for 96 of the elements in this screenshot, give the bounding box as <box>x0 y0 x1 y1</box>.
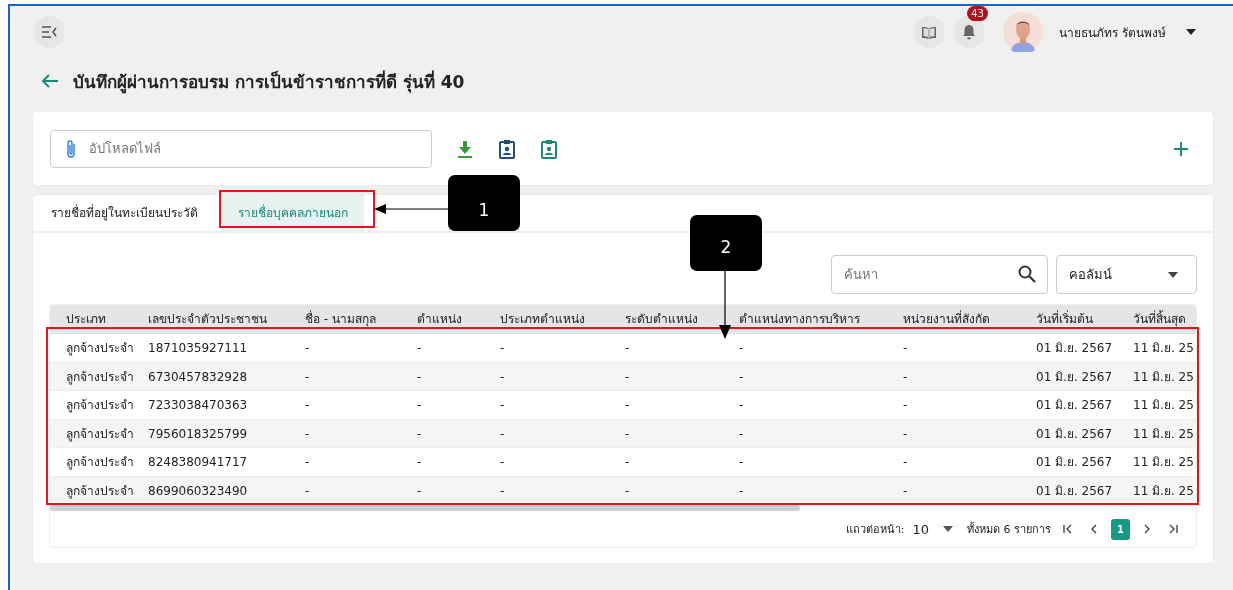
notification-badge: 43 <box>967 6 988 21</box>
total-count: ทั้งหมด 6 รายการ <box>967 521 1051 538</box>
table-cell: - <box>500 448 625 477</box>
column-dropdown[interactable]: คอลัมน์ <box>1056 255 1197 294</box>
column-header[interactable]: วันที่สิ้นสุด <box>1133 305 1196 334</box>
table-cell: - <box>305 419 417 448</box>
table-cell: 01 มิ.ย. 2567 <box>1036 419 1133 448</box>
first-page-icon[interactable] <box>1063 524 1073 534</box>
caret-icon[interactable] <box>1186 29 1196 35</box>
upload-field[interactable]: อัปโหลดไฟล์ <box>50 129 432 168</box>
table-cell: - <box>625 448 739 477</box>
table-cell: - <box>305 362 417 391</box>
search-field[interactable]: ค้นหา <box>831 255 1048 294</box>
table-cell: - <box>739 362 903 391</box>
clipboard-person-icon[interactable] <box>499 138 515 159</box>
table-cell: 01 มิ.ย. 2567 <box>1036 448 1133 477</box>
column-header[interactable]: หน่วยงานที่สังกัด <box>903 305 1036 334</box>
column-header[interactable]: ตำแหน่ง <box>417 305 500 334</box>
table-cell: ลูกจ้างประจำ <box>50 362 148 391</box>
sidebar-toggle-button[interactable] <box>33 16 65 48</box>
table-cell: 7956018325799 <box>148 419 305 448</box>
table-cell: - <box>417 448 500 477</box>
add-icon[interactable] <box>1173 140 1189 157</box>
menu-icon <box>41 26 57 38</box>
scrollbar-thumb[interactable] <box>50 505 800 511</box>
table-cell: - <box>903 448 1036 477</box>
last-page-icon[interactable] <box>1168 524 1178 534</box>
table-cell: 11 มิ.ย. 25 <box>1133 448 1196 477</box>
table-cell: - <box>739 391 903 420</box>
table-cell: - <box>739 334 903 363</box>
table-cell: 6730457832928 <box>148 362 305 391</box>
notification-button[interactable] <box>953 16 986 48</box>
caret-icon <box>1168 271 1178 278</box>
back-arrow-icon[interactable] <box>41 73 59 89</box>
table-cell: ลูกจ้างประจำ <box>50 391 148 420</box>
table-cell: 01 มิ.ย. 2567 <box>1036 362 1133 391</box>
table-cell: - <box>500 362 625 391</box>
column-header[interactable]: ประเภทตำแหน่ง <box>500 305 625 334</box>
column-header[interactable]: ชื่อ - นามสกุล <box>305 305 417 334</box>
table-cell: 8248380941717 <box>148 448 305 477</box>
table-cell: - <box>625 391 739 420</box>
rows-per-page-dropdown[interactable]: 10 <box>912 521 953 537</box>
column-header[interactable]: ตำแหน่งทางการบริหาร <box>739 305 903 334</box>
table-cell: ลูกจ้างประจำ <box>50 334 148 363</box>
table-cell: - <box>305 334 417 363</box>
table-cell: ลูกจ้างประจำ <box>50 419 148 448</box>
table-cell: - <box>739 448 903 477</box>
column-header[interactable]: วันที่เริ่มต้น <box>1036 305 1133 334</box>
table-cell: - <box>417 362 500 391</box>
tab[interactable]: รายชื่อที่อยู่ในทะเบียนประวัติ <box>47 195 212 231</box>
table-cell: - <box>417 391 500 420</box>
table-cell: - <box>417 419 500 448</box>
page-button[interactable]: 1 <box>1111 518 1130 540</box>
table-cell: 01 มิ.ย. 2567 <box>1036 334 1133 363</box>
book-icon <box>921 25 938 39</box>
page-title: บันทึกผู้ผ่านการอบรม การเป็นข้าราชการที่ดี รุ่นที่ 40 <box>73 69 465 95</box>
table-cell: - <box>305 391 417 420</box>
bell-icon <box>962 24 977 40</box>
callout-label: 2 <box>690 215 762 271</box>
user-name[interactable]: นายธนภัทร รัตนพงษ์ <box>1059 22 1166 42</box>
previous-page-icon[interactable] <box>1089 524 1099 534</box>
table-cell: - <box>500 419 625 448</box>
callout-label: 1 <box>448 175 520 231</box>
table-cell: 7233038470363 <box>148 391 305 420</box>
search-icon <box>1018 265 1036 283</box>
tab[interactable]: รายชื่อบุคคลภายนอก <box>222 195 364 231</box>
column-header[interactable]: เลขประจำตัวประชาชน <box>148 305 305 334</box>
table-cell: - <box>903 391 1036 420</box>
column-header[interactable]: ระดับตำแหน่ง <box>625 305 739 334</box>
table-cell: 11 มิ.ย. 25 <box>1133 334 1196 363</box>
table-cell: - <box>903 362 1036 391</box>
column-header[interactable]: ประเภท <box>50 305 148 334</box>
table-cell: - <box>903 419 1036 448</box>
table-cell: 01 มิ.ย. 2567 <box>1036 391 1133 420</box>
caret-icon <box>943 526 953 532</box>
leader-arrow <box>719 271 731 339</box>
table-cell: 11 มิ.ย. 25 <box>1133 391 1196 420</box>
table-cell: - <box>500 334 625 363</box>
table-cell: - <box>739 419 903 448</box>
table-cell: - <box>305 448 417 477</box>
table-cell: 11 มิ.ย. 25 <box>1133 362 1196 391</box>
clipboard-person-icon[interactable] <box>541 138 557 159</box>
download-icon[interactable] <box>457 139 473 158</box>
table-cell: 1871035927111 <box>148 334 305 363</box>
avatar-icon <box>1003 12 1044 52</box>
next-page-icon[interactable] <box>1142 524 1152 534</box>
table-cell: - <box>625 419 739 448</box>
table-cell: - <box>500 391 625 420</box>
table-cell: ลูกจ้างประจำ <box>50 448 148 477</box>
paperclip-icon <box>65 138 77 159</box>
table-cell: - <box>625 362 739 391</box>
table-cell: 11 มิ.ย. 25 <box>1133 419 1196 448</box>
table-cell: - <box>903 334 1036 363</box>
table-cell: - <box>417 334 500 363</box>
rows-per-page-label: แถวต่อหน้า: <box>845 522 905 538</box>
book-button[interactable] <box>913 16 946 48</box>
